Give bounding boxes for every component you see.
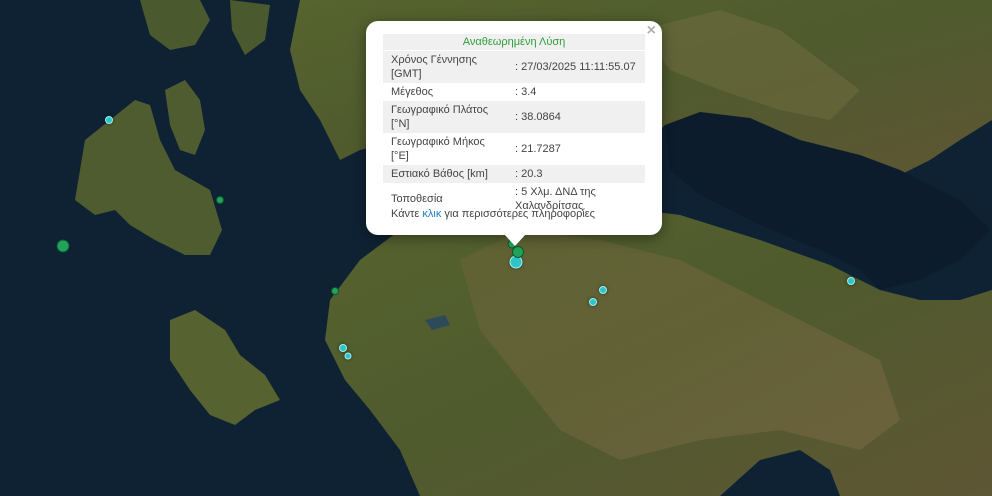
detail-value: : 3.4	[515, 86, 537, 98]
detail-row-origin-time: Χρόνος Γέννησης [GMT] : 27/03/2025 11:11:…	[383, 51, 645, 83]
earthquake-marker[interactable]	[56, 239, 70, 253]
earthquake-marker[interactable]	[589, 298, 597, 306]
detail-label: Εστιακό Βάθος [km]	[391, 168, 488, 180]
earthquake-marker[interactable]	[599, 286, 607, 294]
earthquake-marker[interactable]	[216, 196, 224, 204]
detail-value: : 38.0864	[515, 111, 561, 123]
earthquake-marker[interactable]	[339, 344, 347, 352]
detail-row-longitude: Γεωγραφικό Μήκος [°E] : 21.7287	[383, 133, 645, 165]
close-icon[interactable]: ×	[647, 23, 656, 39]
earthquake-details-table: Χρόνος Γέννησης [GMT] : 27/03/2025 11:11:…	[383, 51, 645, 215]
popup-pointer	[504, 234, 526, 246]
map-view[interactable]: × Αναθεωρημένη Λύση Χρόνος Γέννησης [GMT]…	[0, 0, 992, 496]
detail-value: : 21.7287	[515, 143, 561, 155]
detail-row-latitude: Γεωγραφικό Πλάτος [°N] : 38.0864	[383, 101, 645, 133]
earthquake-info-popup: × Αναθεωρημένη Λύση Χρόνος Γέννησης [GMT]…	[366, 21, 662, 235]
more-info-link[interactable]: κλικ	[422, 208, 441, 220]
detail-value: : 27/03/2025 11:11:55.07	[515, 61, 636, 73]
earthquake-marker[interactable]	[105, 116, 113, 124]
detail-label: Μέγεθος	[391, 86, 434, 98]
earthquake-marker[interactable]	[512, 246, 524, 258]
detail-label: Χρόνος Γέννησης [GMT]	[391, 54, 477, 80]
detail-row-magnitude: Μέγεθος : 3.4	[383, 83, 645, 101]
earthquake-marker[interactable]	[344, 352, 352, 360]
detail-label: Γεωγραφικό Πλάτος [°N]	[391, 104, 489, 130]
earthquake-marker[interactable]	[847, 277, 855, 285]
popup-title: Αναθεωρημένη Λύση	[383, 34, 645, 50]
popup-footer: Κάντε κλικ για περισσότερες πληροφορίες	[391, 208, 595, 220]
detail-label: Γεωγραφικό Μήκος [°E]	[391, 136, 485, 162]
detail-row-depth: Εστιακό Βάθος [km] : 20.3	[383, 165, 645, 183]
earthquake-marker[interactable]	[331, 287, 339, 295]
detail-value: : 20.3	[515, 168, 543, 180]
